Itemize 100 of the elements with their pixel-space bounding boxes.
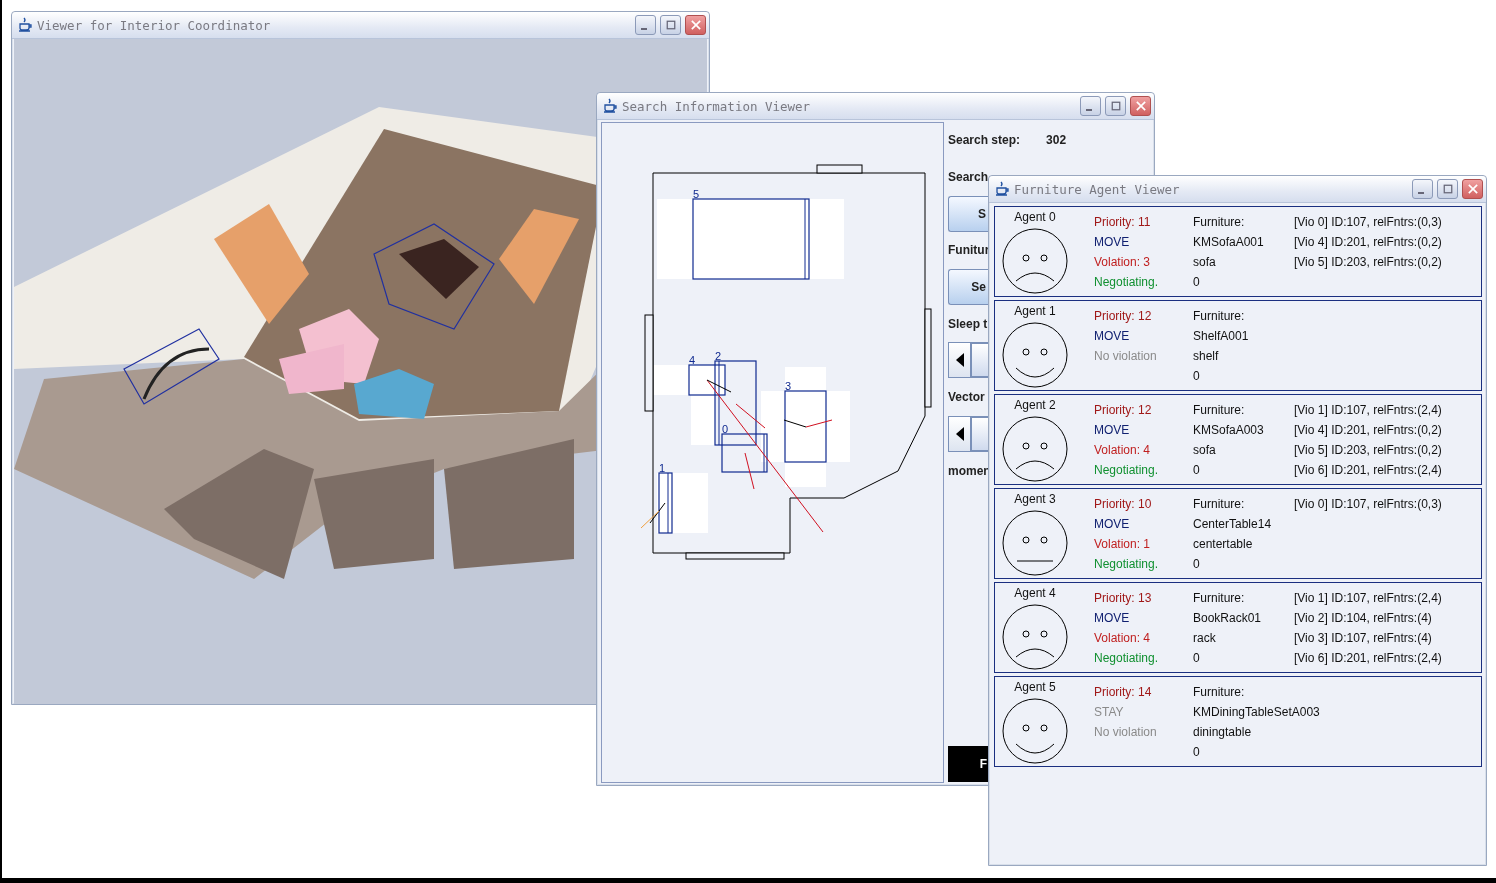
- left-arrow-icon: [955, 426, 964, 441]
- violation-text: [Vio 6] ID:201, relFntrs:(2,4): [1294, 462, 1442, 479]
- agent-name: Agent 5: [1014, 680, 1056, 694]
- furniture-text: centertable: [1193, 536, 1253, 553]
- window-title: Viewer for Interior Coordinator: [37, 17, 271, 33]
- status-text: Volation: 1: [1094, 536, 1151, 553]
- furniture-text: BookRack01: [1193, 610, 1262, 627]
- status-text: Volation: 4: [1094, 442, 1151, 459]
- maximize-button[interactable]: [1437, 179, 1458, 199]
- status-text: Negotiating.: [1094, 650, 1159, 667]
- field-value: 302: [1046, 133, 1067, 148]
- scroll-left-button[interactable]: [949, 343, 972, 378]
- close-icon: [690, 20, 701, 30]
- field-label: Search step:: [948, 133, 1021, 148]
- furniture-text: ShelfA001: [1193, 328, 1249, 345]
- status-text: Priority: 14: [1094, 684, 1152, 701]
- furniture-text: KMDiningTableSetA003: [1193, 704, 1320, 721]
- coffee-cup-icon: [994, 181, 1010, 197]
- action-button[interactable]: Se: [948, 269, 988, 306]
- furniture-text: sofa: [1193, 442, 1216, 459]
- furniture-text: CenterTable14: [1193, 516, 1272, 533]
- minimize-button[interactable]: [1412, 179, 1433, 199]
- violation-text: [Vio 1] ID:107, relFntrs:(2,4): [1294, 590, 1442, 607]
- close-button[interactable]: [685, 15, 706, 35]
- scroll-left-button[interactable]: [949, 416, 972, 451]
- furniture-text: shelf: [1193, 348, 1219, 365]
- furniture-text: KMSofaA003: [1193, 422, 1264, 439]
- window-title: Furniture Agent Viewer: [1014, 181, 1180, 197]
- maximize-button[interactable]: [660, 15, 681, 35]
- field-label: Vector: [948, 390, 985, 405]
- furniture-text: Furniture:: [1193, 402, 1245, 419]
- furniture-text: 0: [1193, 368, 1200, 385]
- maximize-button[interactable]: [1105, 96, 1126, 116]
- status-text: Volation: 3: [1094, 254, 1151, 271]
- status-text: STAY: [1094, 704, 1124, 721]
- left-arrow-icon: [955, 353, 964, 368]
- status-text: No violation: [1094, 348, 1157, 365]
- furniture-text: Furniture:: [1193, 214, 1245, 231]
- close-icon: [1135, 101, 1146, 111]
- furniture-text: 0: [1193, 744, 1200, 761]
- furniture-number: 5: [693, 188, 700, 200]
- violation-text: [Vio 6] ID:201, relFntrs:(2,4): [1294, 650, 1442, 667]
- maximize-icon: [665, 20, 676, 30]
- action-button[interactable]: S: [948, 195, 988, 232]
- status-text: No violation: [1094, 724, 1157, 741]
- status-text: Volation: 4: [1094, 630, 1151, 647]
- furniture-number: 3: [785, 380, 792, 392]
- status-text: Negotiating.: [1094, 556, 1159, 573]
- status-text: Negotiating.: [1094, 462, 1159, 479]
- happy-face-icon: [1002, 322, 1068, 388]
- minimize-icon: [1086, 109, 1092, 111]
- status-text: MOVE: [1094, 422, 1130, 439]
- minimize-button[interactable]: [635, 15, 656, 35]
- coffee-cup-icon: [17, 17, 33, 33]
- furniture-text: Furniture:: [1193, 496, 1245, 513]
- status-text: MOVE: [1094, 610, 1130, 627]
- status-text: MOVE: [1094, 516, 1130, 533]
- status-text: Priority: 11: [1094, 214, 1151, 231]
- furniture-number: 4: [689, 354, 696, 366]
- close-button[interactable]: [1462, 179, 1483, 199]
- minimize-button[interactable]: [1080, 96, 1101, 116]
- run-button[interactable]: F: [948, 746, 988, 782]
- slider-thumb[interactable]: [971, 416, 988, 451]
- furniture-text: 0: [1193, 462, 1200, 479]
- agent-name: Agent 4: [1014, 586, 1056, 600]
- furniture-text: Furniture:: [1193, 590, 1245, 607]
- status-text: Priority: 12: [1094, 402, 1152, 419]
- field-label: Search: [948, 170, 989, 185]
- furniture-text: KMSofaA001: [1193, 234, 1264, 251]
- furniture-text: Furniture:: [1193, 684, 1245, 701]
- violation-text: [Vio 4] ID:201, relFntrs:(0,2): [1294, 234, 1442, 251]
- sad-face-icon: [1002, 604, 1068, 670]
- furniture-text: rack: [1193, 630, 1216, 647]
- status-text: Priority: 12: [1094, 308, 1152, 325]
- maximize-icon: [1110, 101, 1121, 111]
- field-label: Funitur: [948, 243, 990, 258]
- furniture-text: diningtable: [1193, 724, 1252, 741]
- furniture-rect: [658, 472, 673, 534]
- agent-name: Agent 0: [1014, 210, 1056, 224]
- minimize-icon: [641, 28, 647, 30]
- furniture-number: 1: [659, 462, 666, 474]
- agent-name: Agent 1: [1014, 304, 1056, 318]
- violation-text: [Vio 0] ID:107, relFntrs:(0,3): [1294, 214, 1442, 231]
- furniture-number: 0: [722, 423, 729, 435]
- close-button[interactable]: [1130, 96, 1151, 116]
- violation-text: [Vio 5] ID:203, relFntrs:(0,2): [1294, 442, 1442, 459]
- slider[interactable]: [948, 415, 988, 452]
- furniture-text: 0: [1193, 274, 1200, 291]
- agent-name: Agent 2: [1014, 398, 1056, 412]
- sad-face-icon: [1002, 228, 1068, 294]
- violation-text: [Vio 3] ID:107, relFntrs:(4): [1294, 630, 1432, 647]
- status-text: MOVE: [1094, 234, 1130, 251]
- violation-text: [Vio 2] ID:104, relFntrs:(4): [1294, 610, 1432, 627]
- close-icon: [1467, 184, 1478, 194]
- furniture-text: 0: [1193, 556, 1200, 573]
- furniture-text: 0: [1193, 650, 1200, 667]
- slider[interactable]: [948, 342, 988, 379]
- agent-name: Agent 3: [1014, 492, 1056, 506]
- slider-thumb[interactable]: [971, 343, 988, 378]
- neutral-face-icon: [1002, 510, 1068, 576]
